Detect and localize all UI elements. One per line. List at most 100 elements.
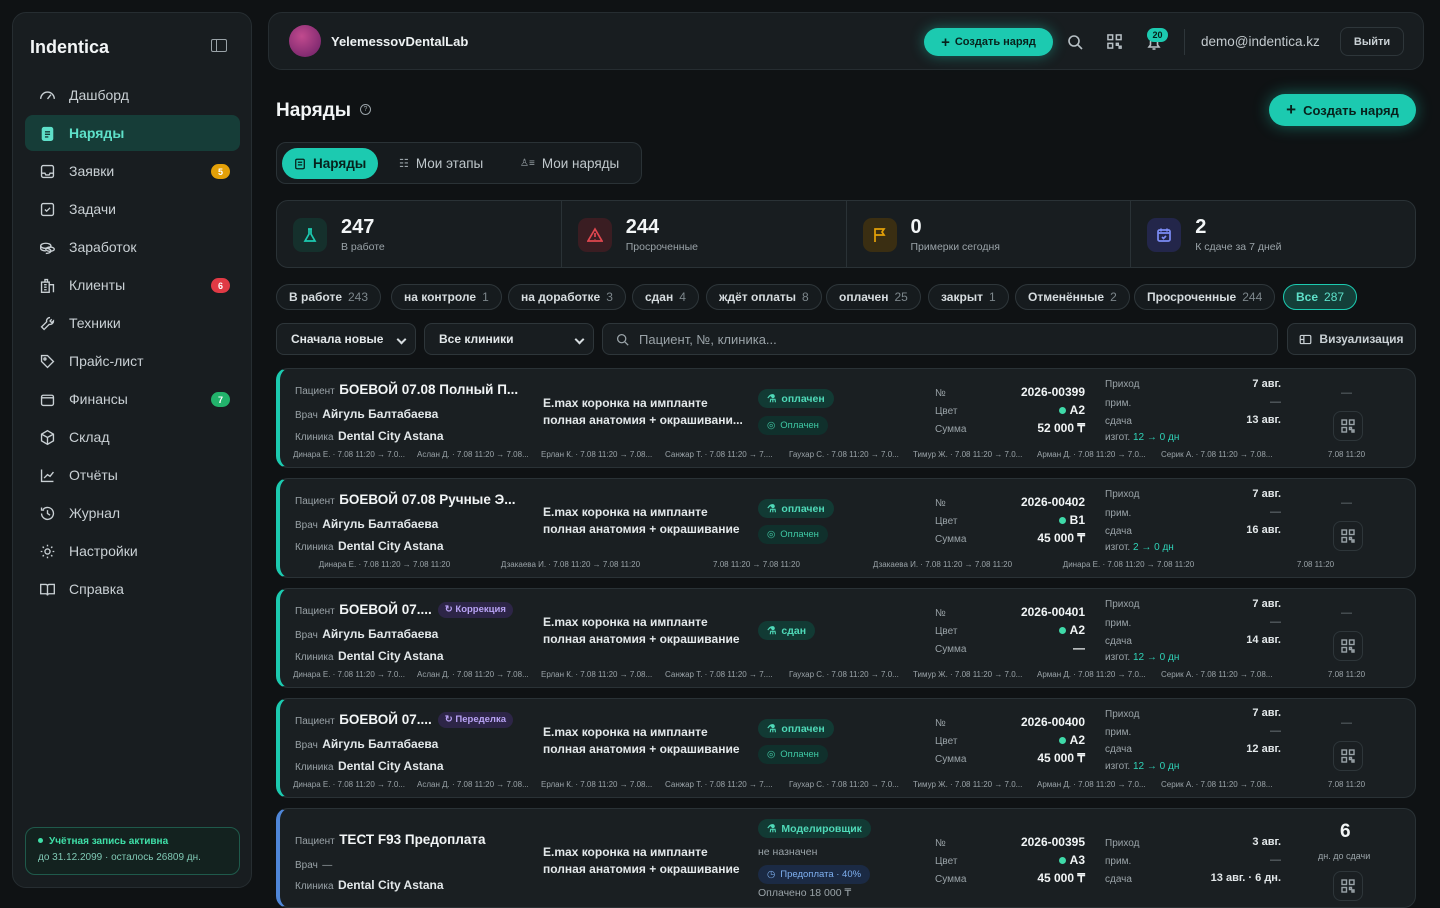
qr-code-button[interactable] <box>1333 411 1363 441</box>
qr-code-button[interactable] <box>1333 631 1363 661</box>
sidebar-item-requests[interactable]: Заявки 5 <box>25 153 240 189</box>
stage-segment[interactable]: Санжар Т. · 7.08 11:20 → 7.... <box>665 670 786 679</box>
stage-segment[interactable]: Арман Д. · 7.08 11:20 → 7.0... <box>1037 670 1158 679</box>
stage-segment[interactable]: Ерлан К. · 7.08 11:20 → 7.08... <box>541 450 662 459</box>
sidebar-item-orders[interactable]: Наряды <box>25 115 240 151</box>
stage-segment[interactable]: Аслан Д. · 7.08 11:20 → 7.08... <box>417 780 538 789</box>
search-icon[interactable] <box>1067 34 1083 50</box>
order-number[interactable]: 2026-00401 <box>1021 605 1085 619</box>
stage-segment[interactable]: Тимур Ж. · 7.08 11:20 → 7.0... <box>913 450 1034 459</box>
sidebar-item-earnings[interactable]: Заработок <box>25 229 240 265</box>
filter-on-control[interactable]: на контроле 1 <box>391 284 502 310</box>
sidebar-item-warehouse[interactable]: Склад <box>25 419 240 455</box>
stage-segment[interactable]: Серик А. · 7.08 11:20 → 7.08... <box>1161 780 1282 789</box>
order-card[interactable]: Пациент БОЕВОЙ 07.... ↻ Коррекция Врач Ай… <box>276 588 1416 688</box>
patient-name[interactable]: БОЕВОЙ 07.... <box>339 712 432 727</box>
filter-awaiting-payment[interactable]: ждёт оплаты 8 <box>706 284 822 310</box>
stage-segment[interactable]: Динара Е. · 7.08 11:20 → 7.0... <box>293 780 414 789</box>
stage-segment[interactable]: 7.08 11:20 <box>1285 780 1408 789</box>
visualization-button[interactable]: Визуализация <box>1287 323 1416 355</box>
stage-segment[interactable]: 7.08 11:20 <box>1285 450 1408 459</box>
filter-delivered[interactable]: сдан 4 <box>632 284 699 310</box>
stage-segment[interactable]: 7.08 11:20 <box>1285 670 1408 679</box>
filter-overdue[interactable]: Просроченные 244 <box>1134 284 1276 310</box>
sidebar-item-technicians[interactable]: Техники <box>25 305 240 341</box>
order-card[interactable]: Пациент БОЕВОЙ 07.... ↻ Переделка Врач Ай… <box>276 698 1416 798</box>
sidebar-item-finance[interactable]: Финансы 7 <box>25 381 240 417</box>
stat-fittings-today[interactable]: 0 Примерки сегодня <box>847 201 1132 267</box>
sidebar-toggle-icon[interactable] <box>211 39 227 52</box>
stage-segment[interactable]: Тимур Ж. · 7.08 11:20 → 7.0... <box>913 670 1034 679</box>
stage-segment[interactable]: Ерлан К. · 7.08 11:20 → 7.08... <box>541 780 662 789</box>
filter-all[interactable]: Все 287 <box>1283 284 1358 310</box>
order-number[interactable]: 2026-00395 <box>1021 835 1085 849</box>
stat-in-progress[interactable]: 247 В работе <box>277 201 562 267</box>
stage-segment[interactable]: Гаухар С. · 7.08 11:20 → 7.0... <box>789 670 910 679</box>
create-order-top-button[interactable]: + Создать наряд <box>924 28 1053 56</box>
stage-segment[interactable]: Гаухар С. · 7.08 11:20 → 7.0... <box>789 450 910 459</box>
sidebar-item-tasks[interactable]: Задачи <box>25 191 240 227</box>
stage-segment[interactable]: Санжар Т. · 7.08 11:20 → 7.... <box>665 450 786 459</box>
stage-segment[interactable]: Арман Д. · 7.08 11:20 → 7.0... <box>1037 780 1158 789</box>
stage-segment[interactable]: Арман Д. · 7.08 11:20 → 7.0... <box>1037 450 1158 459</box>
order-number[interactable]: 2026-00400 <box>1021 715 1085 729</box>
stage-segment[interactable]: Динара Е. · 7.08 11:20 → 7.08 11:20 <box>1037 560 1220 569</box>
shade-label: Цвет <box>935 856 958 867</box>
filter-in-progress[interactable]: В работе 243 <box>276 284 382 310</box>
patient-name[interactable]: ТЕСТ F93 Предоплата <box>339 832 485 847</box>
sidebar-item-pricelist[interactable]: Прайс-лист <box>25 343 240 379</box>
sidebar-item-dashboard[interactable]: Дашборд <box>25 77 240 113</box>
sidebar-item-reports[interactable]: Отчёты <box>25 457 240 493</box>
stage-segment[interactable]: Ерлан К. · 7.08 11:20 → 7.08... <box>541 670 662 679</box>
stage-segment[interactable]: Тимур Ж. · 7.08 11:20 → 7.0... <box>913 780 1034 789</box>
search-input[interactable]: Пациент, №, клиника... <box>602 323 1278 355</box>
order-card[interactable]: Пациент БОЕВОЙ 07.08 Ручные Э... Врач Ай… <box>276 478 1416 578</box>
help-icon[interactable]: ? <box>360 104 371 115</box>
app-logo[interactable]: Indentica <box>30 37 109 58</box>
filter-closed[interactable]: закрыт 1 <box>928 284 1009 310</box>
filter-rework[interactable]: на доработке 3 <box>508 284 626 310</box>
stat-due-7-days[interactable]: 2 К сдаче за 7 дней <box>1131 201 1415 267</box>
stage-segment[interactable]: Динара Е. · 7.08 11:20 → 7.0... <box>293 670 414 679</box>
stage-segment[interactable]: Дзакаева И. · 7.08 11:20 → 7.08 11:20 <box>479 560 662 569</box>
stage-segment[interactable]: Аслан Д. · 7.08 11:20 → 7.08... <box>417 450 538 459</box>
filter-cancelled[interactable]: Отменённые 2 <box>1015 284 1130 310</box>
sort-select[interactable]: Сначала новые <box>276 323 416 355</box>
sidebar-item-settings[interactable]: Настройки <box>25 533 240 569</box>
order-number[interactable]: 2026-00402 <box>1021 495 1085 509</box>
order-card[interactable]: Пациент БОЕВОЙ 07.08 Полный П... Врач Ай… <box>276 368 1416 468</box>
order-card[interactable]: Пациент ТЕСТ F93 Предоплата Врач — Клини… <box>276 808 1416 908</box>
stage-segment[interactable]: Серик А. · 7.08 11:20 → 7.08... <box>1161 450 1282 459</box>
patient-name[interactable]: БОЕВОЙ 07.08 Ручные Э... <box>339 492 515 507</box>
sidebar-item-clients[interactable]: Клиенты 6 <box>25 267 240 303</box>
qr-code-button[interactable] <box>1333 521 1363 551</box>
stage-segment[interactable]: Дзакаева И. · 7.08 11:20 → 7.08 11:20 <box>851 560 1034 569</box>
stage-segment[interactable]: Динара Е. · 7.08 11:20 → 7.08 11:20 <box>293 560 476 569</box>
user-email[interactable]: demo@indentica.kz <box>1201 34 1320 49</box>
tab-my-orders[interactable]: ♙≡ Мои наряды <box>508 148 631 179</box>
stage-segment[interactable]: 7.08 11:20 → 7.08 11:20 <box>665 560 848 569</box>
stage-segment[interactable]: Серик А. · 7.08 11:20 → 7.08... <box>1161 670 1282 679</box>
qr-code-button[interactable] <box>1333 871 1363 901</box>
patient-name[interactable]: БОЕВОЙ 07.... <box>339 602 432 617</box>
logout-button[interactable]: Выйти <box>1340 27 1404 56</box>
tab-my-stages[interactable]: ☷ Мои этапы <box>387 148 495 179</box>
qr-code-button[interactable] <box>1333 741 1363 771</box>
sidebar-item-journal[interactable]: Журнал <box>25 495 240 531</box>
stage-segment[interactable]: Санжар Т. · 7.08 11:20 → 7.... <box>665 780 786 789</box>
create-order-button[interactable]: + Создать наряд <box>1269 94 1416 126</box>
clinic-select[interactable]: Все клиники <box>424 323 594 355</box>
stage-segment[interactable]: Гаухар С. · 7.08 11:20 → 7.0... <box>789 780 910 789</box>
stage-segment[interactable]: Динара Е. · 7.08 11:20 → 7.0... <box>293 450 414 459</box>
filter-paid[interactable]: оплачен 25 <box>826 284 921 310</box>
lab-avatar[interactable] <box>289 25 321 57</box>
stat-overdue[interactable]: 244 Просроченные <box>562 201 847 267</box>
patient-name[interactable]: БОЕВОЙ 07.08 Полный П... <box>339 382 518 397</box>
order-number[interactable]: 2026-00399 <box>1021 385 1085 399</box>
stage-segment[interactable]: Аслан Д. · 7.08 11:20 → 7.08... <box>417 670 538 679</box>
sidebar-item-help[interactable]: Справка <box>25 571 240 607</box>
tab-orders[interactable]: Наряды <box>282 148 379 179</box>
stage-segment[interactable]: 7.08 11:20 <box>1223 560 1408 569</box>
lab-name[interactable]: YelemessovDentalLab <box>331 34 468 49</box>
qr-scan-icon[interactable] <box>1107 34 1122 49</box>
